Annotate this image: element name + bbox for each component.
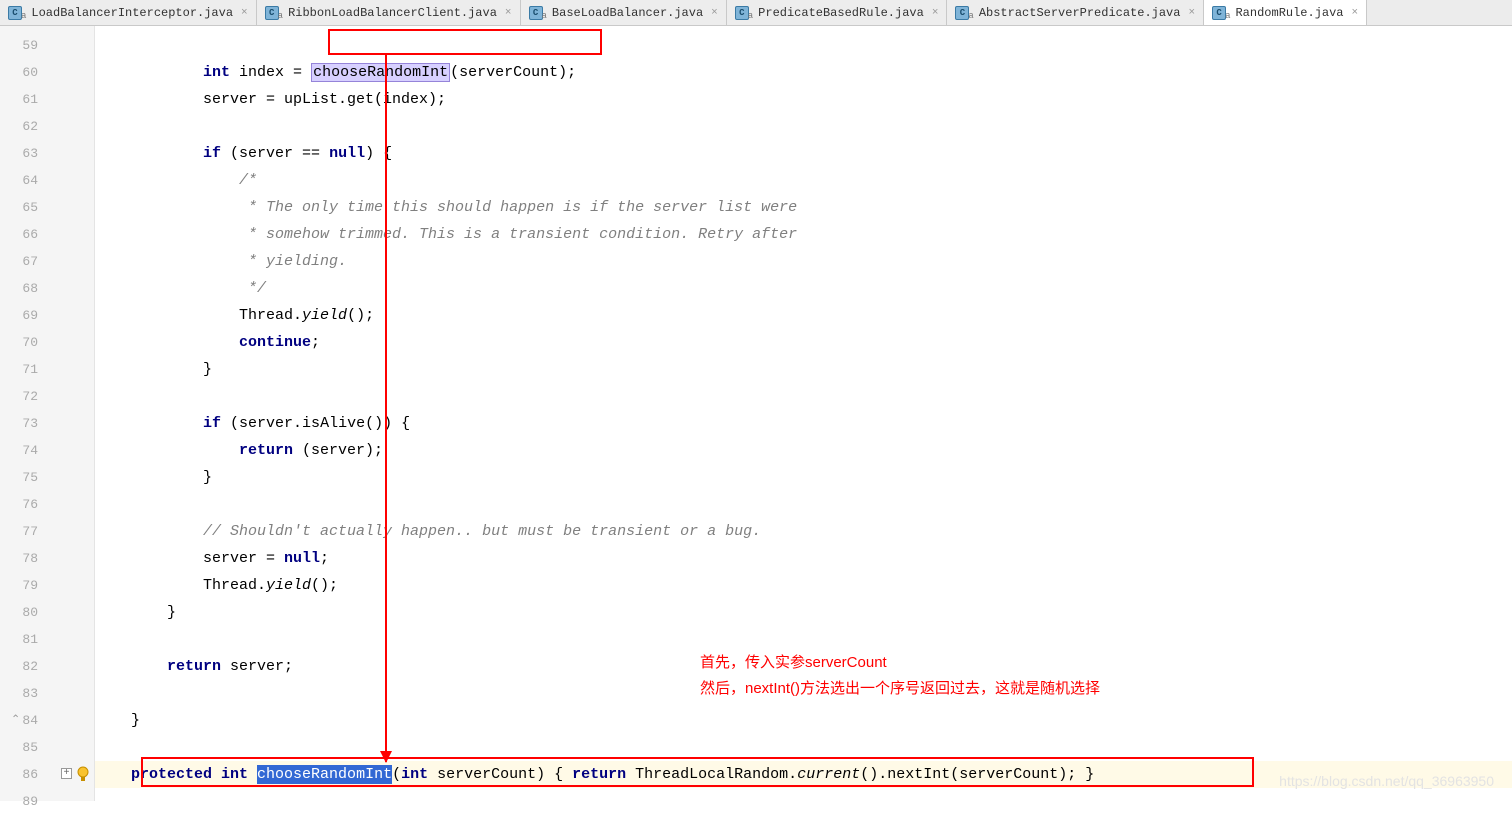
selection: chooseRandomInt — [257, 765, 392, 784]
code-line — [95, 113, 1512, 140]
code-line: server = upList.get(index); — [95, 86, 1512, 113]
line-number: 78 — [0, 545, 94, 572]
tab-label: AbstractServerPredicate.java — [979, 6, 1181, 20]
line-number: 63 — [0, 140, 94, 167]
close-icon[interactable]: × — [1188, 7, 1195, 19]
tab-label: PredicateBasedRule.java — [758, 6, 924, 20]
line-number: 68 — [0, 275, 94, 302]
tab-predicatebasedrule[interactable]: a PredicateBasedRule.java × — [727, 0, 948, 25]
code-line: } — [95, 356, 1512, 383]
line-number: 84⌃ — [0, 707, 94, 734]
code-line: * somehow trimmed. This is a transient c… — [95, 221, 1512, 248]
line-number: 69 — [0, 302, 94, 329]
line-number: 77 — [0, 518, 94, 545]
tab-randomrule[interactable]: a RandomRule.java × — [1204, 0, 1367, 25]
code-line: Thread.yield(); — [95, 572, 1512, 599]
java-class-icon — [265, 6, 279, 20]
fold-marker-icon[interactable]: ⌃ — [11, 707, 20, 734]
code-line: Thread.yield(); — [95, 302, 1512, 329]
code-line: */ — [95, 275, 1512, 302]
java-class-icon — [735, 6, 749, 20]
editor: 59 60 61 62 63 64 65 66 67 68 69 70 71 7… — [0, 26, 1512, 801]
close-icon[interactable]: × — [241, 7, 248, 19]
gutter: 59 60 61 62 63 64 65 66 67 68 69 70 71 7… — [0, 26, 95, 801]
lightbulb-icon[interactable] — [76, 766, 90, 783]
tab-loadbalancerinterceptor[interactable]: a LoadBalancerInterceptor.java × — [0, 0, 257, 25]
tab-bar: a LoadBalancerInterceptor.java × a Ribbo… — [0, 0, 1512, 26]
code-line — [95, 788, 1512, 815]
code-line: server = null; — [95, 545, 1512, 572]
line-number: 64 — [0, 167, 94, 194]
line-number: 83 — [0, 680, 94, 707]
java-class-icon — [8, 6, 22, 20]
code-line: /* — [95, 167, 1512, 194]
line-number: 72 — [0, 383, 94, 410]
code-area[interactable]: int index = chooseRandomInt(serverCount)… — [95, 26, 1512, 801]
code-line: continue; — [95, 329, 1512, 356]
code-line — [95, 32, 1512, 59]
line-number: 62 — [0, 113, 94, 140]
code-line: } — [95, 707, 1512, 734]
code-line — [95, 491, 1512, 518]
tab-label: RibbonLoadBalancerClient.java — [288, 6, 497, 20]
code-line: // Shouldn't actually happen.. but must … — [95, 518, 1512, 545]
close-icon[interactable]: × — [932, 7, 939, 19]
java-class-icon — [529, 6, 543, 20]
code-line: } — [95, 599, 1512, 626]
code-line: int index = chooseRandomInt(serverCount)… — [95, 59, 1512, 86]
code-line: * yielding. — [95, 248, 1512, 275]
code-line: if (server == null) { — [95, 140, 1512, 167]
method-call-highlight: chooseRandomInt — [311, 63, 450, 82]
expand-icon[interactable]: + — [61, 768, 72, 779]
line-number: 75 — [0, 464, 94, 491]
tab-label: RandomRule.java — [1235, 6, 1343, 20]
tab-baseloadbalancer[interactable]: a BaseLoadBalancer.java × — [521, 0, 727, 25]
line-number: 65 — [0, 194, 94, 221]
line-number: 74 — [0, 437, 94, 464]
line-number: 73 — [0, 410, 94, 437]
line-number: 61 — [0, 86, 94, 113]
line-number: 82 — [0, 653, 94, 680]
code-line — [95, 383, 1512, 410]
tab-ribbonloadbalancerclient[interactable]: a RibbonLoadBalancerClient.java × — [257, 0, 521, 25]
line-number: 89 — [0, 788, 94, 815]
close-icon[interactable]: × — [505, 7, 512, 19]
close-icon[interactable]: × — [1352, 7, 1359, 19]
code-line — [95, 734, 1512, 761]
line-number: 76 — [0, 491, 94, 518]
tab-label: LoadBalancerInterceptor.java — [31, 6, 233, 20]
annotation-text: 首先，传入实参serverCount 然后，nextInt()方法选出一个序号返… — [700, 650, 1100, 702]
tab-label: BaseLoadBalancer.java — [552, 6, 703, 20]
line-number: 86 + — [0, 761, 94, 788]
line-number: 67 — [0, 248, 94, 275]
code-line — [95, 626, 1512, 653]
line-number: 60 — [0, 59, 94, 86]
line-number: 70 — [0, 329, 94, 356]
code-line: if (server.isAlive()) { — [95, 410, 1512, 437]
line-number: 59 — [0, 32, 94, 59]
java-class-icon — [955, 6, 969, 20]
code-line: } — [95, 464, 1512, 491]
watermark: https://blog.csdn.net/qq_36963950 — [1279, 773, 1494, 789]
code-line: * The only time this should happen is if… — [95, 194, 1512, 221]
line-number: 85 — [0, 734, 94, 761]
tab-abstractserverpredicate[interactable]: a AbstractServerPredicate.java × — [947, 0, 1204, 25]
line-number: 71 — [0, 356, 94, 383]
line-number: 66 — [0, 221, 94, 248]
close-icon[interactable]: × — [711, 7, 718, 19]
code-line: return (server); — [95, 437, 1512, 464]
line-number: 81 — [0, 626, 94, 653]
line-number: 79 — [0, 572, 94, 599]
line-number: 80 — [0, 599, 94, 626]
java-class-icon — [1212, 6, 1226, 20]
